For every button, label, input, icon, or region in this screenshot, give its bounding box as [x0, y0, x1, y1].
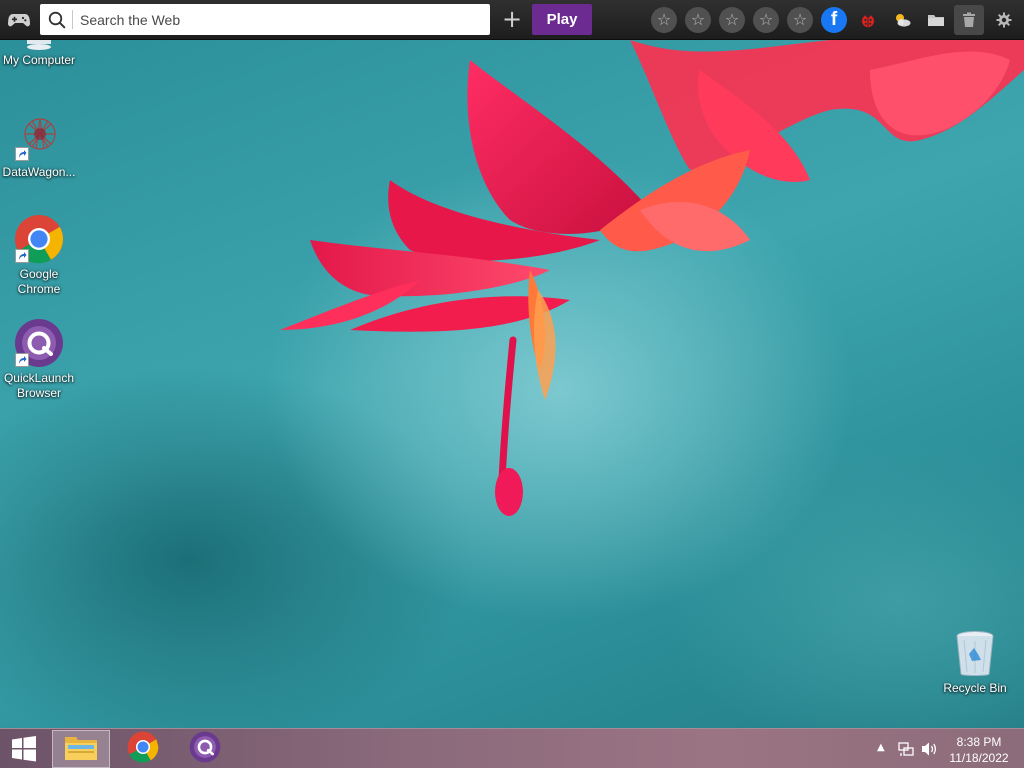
- desktop-icon-datawagon[interactable]: DataWagon...: [0, 112, 78, 180]
- star-icon[interactable]: ☆: [651, 7, 677, 33]
- weather-icon[interactable]: [889, 7, 915, 33]
- wallpaper-flower: [280, 40, 1024, 516]
- desktop-icon-my-computer[interactable]: My Computer: [0, 38, 78, 68]
- trash-icon[interactable]: [954, 5, 984, 35]
- facebook-icon[interactable]: f: [821, 7, 847, 33]
- taskbar-chrome[interactable]: [114, 730, 172, 768]
- taskbar: ▲ 8:38 PM 11/18/2022: [0, 728, 1024, 768]
- chrome-icon: [14, 214, 64, 264]
- search-icon[interactable]: [42, 4, 72, 35]
- desktop-icon-label: Recycle Bin: [943, 681, 1007, 695]
- search-bar: [40, 4, 490, 35]
- desktop-icon-label: Browser: [16, 386, 61, 400]
- shortcut-arrow-icon: [15, 147, 29, 161]
- star-icon[interactable]: ☆: [787, 7, 813, 33]
- clock-time: 8:38 PM: [956, 735, 1002, 749]
- star-icon[interactable]: ☆: [685, 7, 711, 33]
- recycle-bin-icon: [954, 630, 996, 678]
- folder-icon[interactable]: [923, 7, 949, 33]
- chevron-up-icon[interactable]: ▲: [877, 742, 885, 753]
- search-input[interactable]: [80, 5, 490, 34]
- chrome-icon: [127, 731, 159, 768]
- gear-icon[interactable]: [991, 7, 1017, 33]
- plus-icon[interactable]: +: [499, 7, 525, 33]
- play-button[interactable]: Play: [532, 4, 592, 35]
- desktop-icon-label: DataWagon...: [2, 165, 76, 179]
- desktop-icon-label: QuickLaunch: [3, 371, 75, 385]
- quicklaunch-icon: [14, 318, 64, 368]
- shortcut-arrow-icon: [15, 249, 29, 263]
- volume-icon[interactable]: [921, 741, 939, 762]
- star-icon[interactable]: ☆: [719, 7, 745, 33]
- search-divider: [72, 10, 73, 29]
- top-toolbar: + Play ☆ ☆ ☆ ☆ ☆ f: [0, 0, 1024, 40]
- desktop-icon-label: My Computer: [2, 53, 76, 67]
- quicklaunch-icon: [189, 731, 221, 768]
- desktop-icon-quicklaunch-browser[interactable]: QuickLaunch Browser: [0, 318, 78, 401]
- desktop-icon-label: Chrome: [17, 282, 61, 296]
- clock-date: 11/18/2022: [949, 751, 1009, 765]
- star-icon[interactable]: ☆: [753, 7, 779, 33]
- gamepad-icon[interactable]: [7, 9, 31, 31]
- desktop-icon-label: Google: [19, 267, 59, 281]
- taskbar-file-explorer[interactable]: [52, 730, 110, 768]
- ladybug-icon[interactable]: [855, 7, 881, 33]
- windows-icon[interactable]: [0, 729, 48, 768]
- datawagon-icon: [14, 112, 64, 162]
- desktop-icon-recycle-bin[interactable]: Recycle Bin: [936, 630, 1014, 696]
- desktop-icon-google-chrome[interactable]: Google Chrome: [0, 214, 78, 297]
- clock[interactable]: 8:38 PM 11/18/2022: [946, 734, 1012, 766]
- taskbar-quicklaunch[interactable]: [176, 730, 234, 768]
- file-explorer-icon: [64, 733, 98, 766]
- network-icon[interactable]: [898, 741, 914, 762]
- shortcut-arrow-icon: [15, 353, 29, 367]
